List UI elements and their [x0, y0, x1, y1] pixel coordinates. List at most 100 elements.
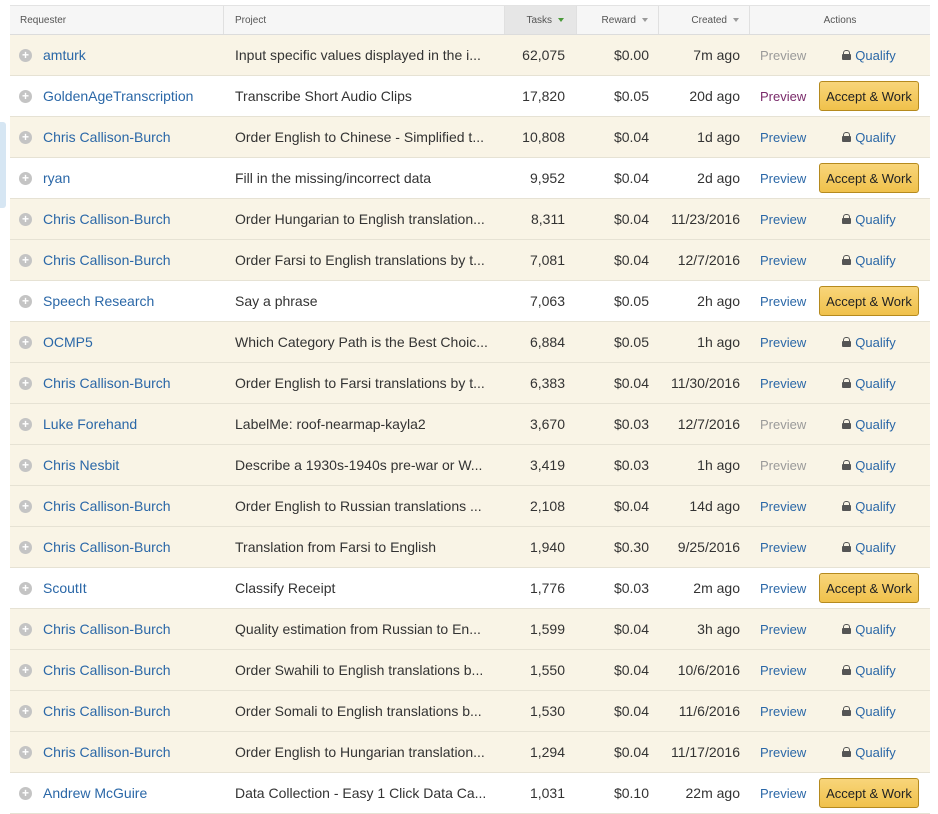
preview-link[interactable]: Preview: [760, 704, 806, 719]
project-title: Transcribe Short Audio Clips: [235, 88, 412, 104]
requester-link[interactable]: Speech Research: [43, 293, 154, 309]
preview-link[interactable]: Preview: [760, 622, 806, 637]
requester-link[interactable]: Chris Callison-Burch: [43, 662, 171, 678]
requester-cell: + Luke Forehand: [10, 416, 224, 432]
expand-plus-icon[interactable]: +: [19, 663, 32, 677]
column-header-created[interactable]: Created: [659, 6, 750, 34]
lock-icon: [842, 542, 852, 552]
expand-plus-icon[interactable]: +: [19, 171, 32, 185]
preview-link[interactable]: Preview: [760, 89, 806, 104]
accept-work-button[interactable]: Accept & Work: [819, 163, 919, 193]
expand-plus-icon[interactable]: +: [19, 581, 32, 595]
qualify-link[interactable]: Qualify: [842, 704, 896, 719]
preview-link[interactable]: Preview: [760, 48, 806, 63]
expand-plus-icon[interactable]: +: [19, 540, 32, 554]
requester-link[interactable]: Chris Callison-Burch: [43, 703, 171, 719]
qualify-link[interactable]: Qualify: [842, 458, 896, 473]
qualify-label: Qualify: [855, 47, 896, 63]
expand-plus-icon[interactable]: +: [19, 294, 32, 308]
qualify-link[interactable]: Qualify: [842, 335, 896, 350]
expand-plus-icon[interactable]: +: [19, 622, 32, 636]
expand-plus-icon[interactable]: +: [19, 253, 32, 267]
qualify-link[interactable]: Qualify: [842, 212, 896, 227]
accept-work-button[interactable]: Accept & Work: [819, 778, 919, 808]
side-panel-tab[interactable]: [0, 122, 6, 208]
preview-link[interactable]: Preview: [760, 294, 806, 309]
qualify-link[interactable]: Qualify: [842, 376, 896, 391]
expand-plus-icon[interactable]: +: [19, 89, 32, 103]
preview-link[interactable]: Preview: [760, 212, 806, 227]
expand-plus-icon[interactable]: +: [19, 417, 32, 431]
expand-plus-icon[interactable]: +: [19, 212, 32, 226]
qualify-link[interactable]: Qualify: [842, 540, 896, 555]
requester-link[interactable]: Chris Callison-Burch: [43, 621, 171, 637]
tasks-count: 62,075: [522, 47, 565, 63]
qualify-link[interactable]: Qualify: [842, 499, 896, 514]
requester-link[interactable]: ryan: [43, 170, 70, 186]
accept-work-button[interactable]: Accept & Work: [819, 81, 919, 111]
expand-plus-icon[interactable]: +: [19, 499, 32, 513]
preview-link[interactable]: Preview: [760, 335, 806, 350]
table-row: + Chris Callison-Burch Order English to Fa…: [10, 363, 930, 404]
requester-link[interactable]: Chris Callison-Burch: [43, 211, 171, 227]
preview-cell: Preview: [750, 499, 808, 514]
qualify-link[interactable]: Qualify: [842, 253, 896, 268]
requester-link[interactable]: Chris Callison-Burch: [43, 252, 171, 268]
preview-link[interactable]: Preview: [760, 581, 806, 596]
requester-link[interactable]: Andrew McGuire: [43, 785, 147, 801]
preview-link[interactable]: Preview: [760, 458, 806, 473]
requester-link[interactable]: Chris Callison-Burch: [43, 539, 171, 555]
expand-plus-icon[interactable]: +: [19, 745, 32, 759]
requester-link[interactable]: amturk: [43, 47, 86, 63]
requester-link[interactable]: GoldenAgeTranscription: [43, 88, 193, 104]
action-cell: Accept & Work: [808, 163, 930, 193]
qualify-link[interactable]: Qualify: [842, 47, 896, 63]
reward-value: $0.04: [613, 662, 649, 678]
column-header-project[interactable]: Project: [224, 6, 505, 34]
preview-link[interactable]: Preview: [760, 253, 806, 268]
expand-plus-icon[interactable]: +: [19, 704, 32, 718]
requester-link[interactable]: ScoutIt: [43, 580, 87, 596]
preview-link[interactable]: Preview: [760, 171, 806, 186]
table-body: + amturk Input specific values displayed i…: [10, 35, 930, 814]
preview-link[interactable]: Preview: [760, 499, 806, 514]
preview-cell: Preview: [750, 171, 808, 186]
preview-link[interactable]: Preview: [760, 540, 806, 555]
accept-work-button[interactable]: Accept & Work: [819, 286, 919, 316]
expand-plus-icon[interactable]: +: [19, 786, 32, 800]
qualify-link[interactable]: Qualify: [842, 663, 896, 678]
expand-plus-icon[interactable]: +: [19, 48, 32, 62]
requester-link[interactable]: OCMP5: [43, 334, 93, 350]
expand-plus-icon[interactable]: +: [19, 376, 32, 390]
requester-link[interactable]: Chris Callison-Burch: [43, 375, 171, 391]
requester-link[interactable]: Chris Callison-Burch: [43, 129, 171, 145]
expand-plus-icon[interactable]: +: [19, 335, 32, 349]
column-header-reward[interactable]: Reward: [577, 6, 659, 34]
preview-link[interactable]: Preview: [760, 786, 806, 801]
requester-link[interactable]: Chris Callison-Burch: [43, 744, 171, 760]
requester-cell: + ryan: [10, 170, 224, 186]
qualify-link[interactable]: Qualify: [842, 417, 896, 432]
preview-link[interactable]: Preview: [760, 130, 806, 145]
qualify-link[interactable]: Qualify: [842, 622, 896, 637]
column-header-tasks[interactable]: Tasks: [505, 6, 577, 34]
preview-link[interactable]: Preview: [760, 745, 806, 760]
table-row: + Chris Callison-Burch Order Somali to Eng…: [10, 691, 930, 732]
requester-link[interactable]: Luke Forehand: [43, 416, 137, 432]
tasks-count: 6,383: [529, 375, 565, 391]
qualify-link[interactable]: Qualify: [842, 130, 896, 145]
qualify-link[interactable]: Qualify: [842, 745, 896, 760]
requester-link[interactable]: Chris Callison-Burch: [43, 498, 171, 514]
reward-value: $0.03: [613, 416, 649, 432]
column-header-label: Reward: [601, 14, 636, 26]
expand-plus-icon[interactable]: +: [19, 458, 32, 472]
column-header-requester[interactable]: Requester: [10, 6, 224, 34]
action-cell: Accept & Work: [808, 81, 930, 111]
accept-work-button[interactable]: Accept & Work: [819, 573, 919, 603]
preview-link[interactable]: Preview: [760, 376, 806, 391]
preview-link[interactable]: Preview: [760, 417, 806, 432]
expand-plus-icon[interactable]: +: [19, 130, 32, 144]
table-header: Requester Project Tasks Reward Created A…: [10, 6, 930, 35]
requester-link[interactable]: Chris Nesbit: [43, 457, 119, 473]
preview-link[interactable]: Preview: [760, 663, 806, 678]
